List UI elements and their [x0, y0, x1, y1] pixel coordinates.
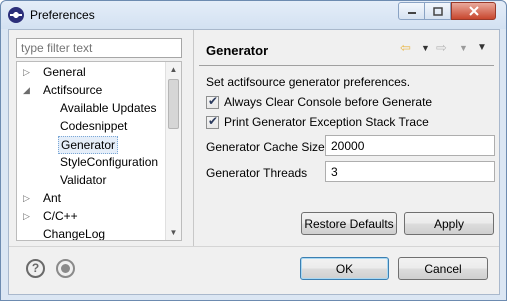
tree-item-label: Available Updates [60, 101, 157, 115]
title-separator [199, 65, 494, 66]
close-icon [468, 6, 479, 16]
threads-input[interactable] [325, 161, 495, 182]
tree-item-generator[interactable]: Generator [58, 136, 119, 154]
collapse-arrow-icon[interactable]: ◢ [23, 81, 30, 99]
window-title: Preferences [30, 8, 95, 22]
footer-separator [9, 246, 499, 247]
tree-item-label: Codesnippet [60, 119, 128, 133]
print-stack-trace-option[interactable]: Print Generator Exception Stack Trace [206, 114, 429, 130]
expand-arrow-icon[interactable]: ▷ [23, 63, 30, 81]
page-description: Set actifsource generator preferences. [206, 75, 411, 89]
cache-size-label: Generator Cache Size [206, 140, 325, 154]
maximize-button[interactable] [425, 2, 451, 20]
apply-button[interactable]: Apply [404, 212, 494, 235]
forward-arrow-icon[interactable]: ⇨ [436, 39, 447, 57]
view-menu-icon[interactable]: ▼ [477, 39, 487, 57]
always-clear-console-option[interactable]: Always Clear Console before Generate [206, 94, 432, 110]
threads-label: Generator Threads [206, 166, 308, 180]
tree-item-available-updates[interactable]: Available Updates [60, 99, 157, 117]
tree-scrollbar[interactable]: ▲ ▼ [165, 62, 181, 240]
scroll-thumb[interactable] [168, 79, 179, 129]
restore-defaults-button[interactable]: Restore Defaults [301, 212, 397, 235]
scroll-down-icon[interactable]: ▼ [166, 225, 181, 240]
tree-item-label: Ant [43, 191, 62, 205]
tree-item-styleconfiguration[interactable]: StyleConfiguration [60, 153, 158, 171]
tree-item-changelog[interactable]: ChangeLog [43, 225, 106, 241]
forward-dropdown-icon[interactable]: ▼ [459, 39, 468, 57]
dialog-body: ▷ General ◢ Actifsource Available Update… [8, 29, 500, 295]
checkbox-checked-icon[interactable] [206, 114, 219, 129]
expand-arrow-icon[interactable]: ▷ [23, 207, 30, 225]
tree-item-label: ChangeLog [43, 227, 106, 241]
page-title: Generator [206, 43, 269, 58]
eclipse-app-icon [8, 7, 24, 23]
scroll-up-icon[interactable]: ▲ [166, 62, 181, 77]
ok-button[interactable]: OK [300, 257, 389, 280]
cancel-button[interactable]: Cancel [398, 257, 488, 280]
tree-item-label: Actifsource [43, 83, 103, 97]
cache-size-input[interactable] [325, 135, 495, 156]
record-macro-icon[interactable] [56, 259, 75, 278]
preferences-window: Preferences ▷ General ◢ Actifsource Avai… [0, 0, 507, 301]
tree-item-validator[interactable]: Validator [60, 171, 106, 189]
panel-divider[interactable] [193, 30, 194, 246]
minimize-icon [407, 12, 416, 14]
tree-item-label: C/C++ [43, 209, 78, 223]
filter-input[interactable] [16, 38, 182, 58]
tree-item-label: StyleConfiguration [60, 155, 159, 169]
tree-item-label: Generator [61, 138, 116, 152]
back-arrow-icon[interactable]: ⇦ [400, 39, 411, 57]
tree-item-label: Validator [60, 173, 107, 187]
close-button[interactable] [451, 2, 496, 20]
option-label: Print Generator Exception Stack Trace [224, 115, 429, 129]
option-label: Always Clear Console before Generate [224, 95, 433, 109]
checkbox-checked-icon[interactable] [206, 94, 219, 109]
tree-item-codesnippet[interactable]: Codesnippet [60, 117, 127, 135]
back-dropdown-icon[interactable]: ▼ [421, 39, 430, 57]
preferences-tree: ▷ General ◢ Actifsource Available Update… [16, 61, 182, 241]
tree-item-label: General [43, 65, 86, 79]
title-bar: Preferences [1, 1, 506, 29]
maximize-icon [432, 6, 443, 16]
minimize-button[interactable] [398, 2, 425, 20]
expand-arrow-icon[interactable]: ▷ [23, 189, 30, 207]
help-icon[interactable]: ? [26, 259, 45, 278]
